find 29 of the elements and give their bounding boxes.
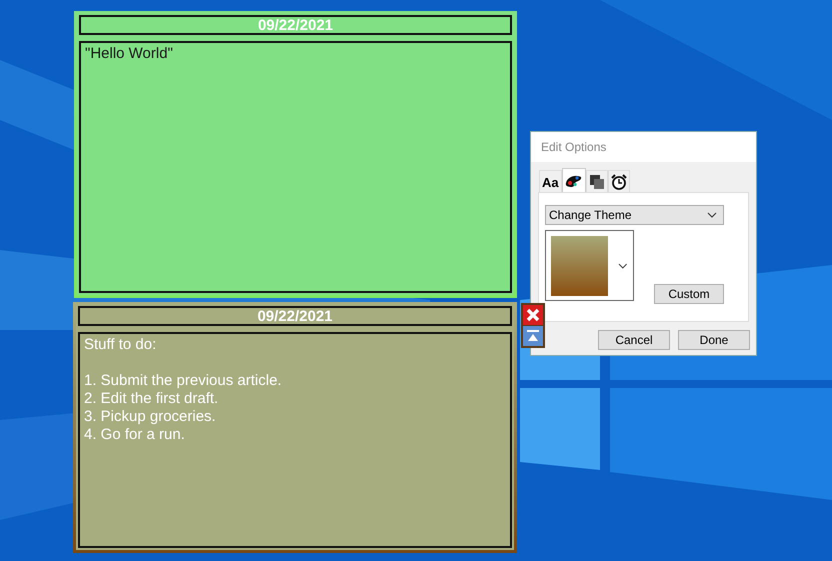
note-text: 3. Pickup groceries.	[84, 408, 216, 425]
layers-icon	[588, 174, 605, 190]
alarm-clock-icon	[610, 174, 627, 190]
note-text: 1. Submit the previous article.	[84, 372, 282, 389]
note-text: 2. Edit the first draft.	[84, 390, 218, 407]
chevron-down-icon	[618, 262, 628, 268]
icon-tab[interactable]	[562, 168, 586, 193]
note-text: "Hello World"	[85, 45, 173, 62]
cancel-button[interactable]: Cancel	[598, 330, 670, 350]
theme-swatch	[551, 236, 608, 296]
theme-dropdown[interactable]: Change Theme	[545, 205, 724, 225]
font-tab[interactable]: Aa	[539, 170, 562, 193]
note-text: 4. Go for a run.	[84, 426, 185, 443]
theme-picker[interactable]	[545, 230, 634, 301]
close-button[interactable]	[523, 305, 543, 325]
dialog-title: Edit Options	[531, 132, 756, 162]
done-button[interactable]: Done	[678, 330, 750, 350]
collapse-button[interactable]	[523, 326, 543, 346]
icon-tab[interactable]	[586, 170, 608, 193]
icon-tab[interactable]	[608, 170, 630, 193]
note-text-area[interactable]: "Hello World"	[79, 41, 512, 293]
collapse-icon	[526, 329, 540, 343]
note-date: 09/22/2021	[78, 306, 512, 326]
chevron-down-icon	[707, 212, 717, 218]
note-text: Stuff to do:	[84, 336, 156, 353]
note-date: 09/22/2021	[79, 15, 512, 35]
palette-icon	[564, 174, 583, 188]
close-icon	[526, 308, 540, 322]
custom-button[interactable]: Custom	[654, 284, 724, 304]
